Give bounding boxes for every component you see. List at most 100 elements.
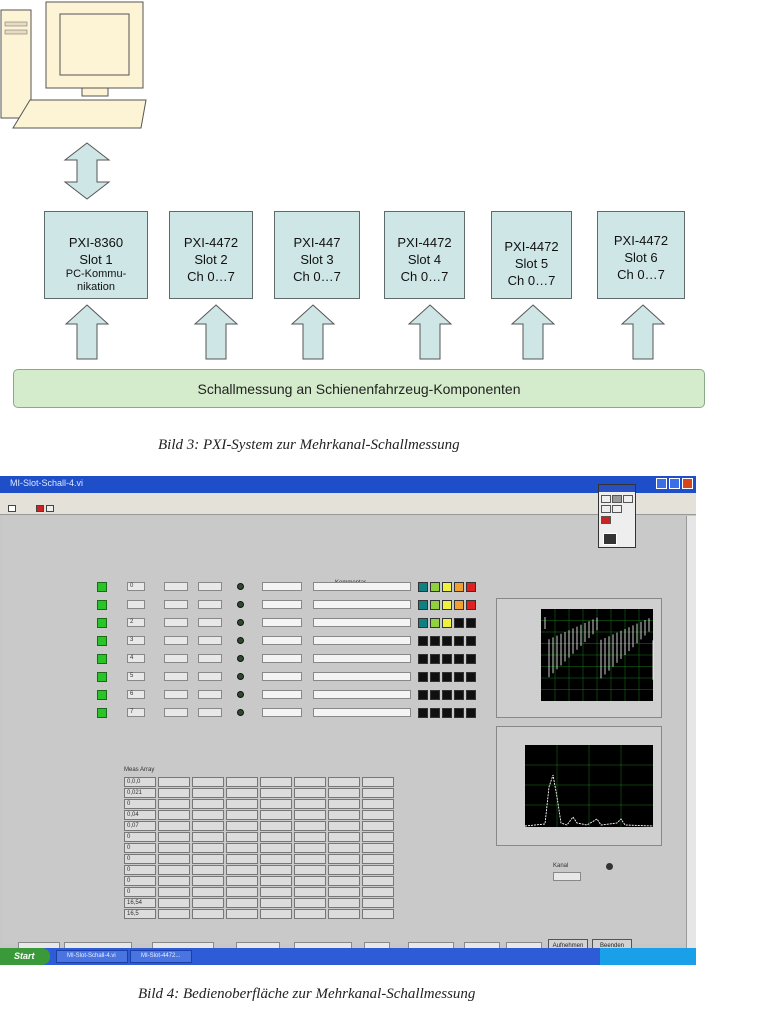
- title-input[interactable]: [262, 636, 302, 645]
- array-cell[interactable]: [192, 810, 224, 820]
- array-cell[interactable]: [158, 843, 190, 853]
- title-input[interactable]: [262, 600, 302, 609]
- array-cell[interactable]: [260, 898, 292, 908]
- array-cell[interactable]: [294, 821, 326, 831]
- tool-icon[interactable]: [612, 495, 622, 503]
- array-cell[interactable]: 16,54: [124, 898, 156, 908]
- range-input[interactable]: [198, 654, 222, 663]
- array-cell[interactable]: [362, 788, 394, 798]
- array-cell[interactable]: [328, 909, 360, 919]
- array-cell[interactable]: [328, 821, 360, 831]
- array-cell[interactable]: [226, 909, 258, 919]
- array-cell[interactable]: [294, 810, 326, 820]
- array-cell[interactable]: [226, 887, 258, 897]
- sensitivity-input[interactable]: [164, 600, 188, 609]
- array-cell[interactable]: [158, 909, 190, 919]
- tool-icon[interactable]: [601, 516, 611, 524]
- array-cell[interactable]: [192, 876, 224, 886]
- array-cell[interactable]: 0,0,0: [124, 777, 156, 787]
- array-cell[interactable]: [226, 821, 258, 831]
- kanal-input[interactable]: [553, 872, 581, 881]
- array-cell[interactable]: [192, 777, 224, 787]
- array-cell[interactable]: [192, 788, 224, 798]
- array-cell[interactable]: [260, 843, 292, 853]
- sensitivity-input[interactable]: [164, 654, 188, 663]
- array-cell[interactable]: [260, 909, 292, 919]
- array-cell[interactable]: [158, 799, 190, 809]
- array-cell[interactable]: [260, 788, 292, 798]
- array-cell[interactable]: [192, 854, 224, 864]
- array-cell[interactable]: [362, 799, 394, 809]
- array-cell[interactable]: [226, 843, 258, 853]
- color-tool-icon[interactable]: [603, 533, 617, 545]
- array-cell[interactable]: [158, 788, 190, 798]
- array-cell[interactable]: [362, 876, 394, 886]
- array-cell[interactable]: 0: [124, 799, 156, 809]
- array-cell[interactable]: [294, 865, 326, 875]
- sensitivity-input[interactable]: [164, 636, 188, 645]
- array-cell[interactable]: [294, 777, 326, 787]
- close-button[interactable]: [682, 478, 693, 489]
- array-cell[interactable]: [158, 854, 190, 864]
- array-cell[interactable]: 0: [124, 887, 156, 897]
- array-cell[interactable]: 0: [124, 876, 156, 886]
- array-cell[interactable]: [294, 887, 326, 897]
- array-cell[interactable]: [294, 788, 326, 798]
- maximize-button[interactable]: [669, 478, 680, 489]
- array-cell[interactable]: [362, 854, 394, 864]
- array-cell[interactable]: [328, 887, 360, 897]
- array-cell[interactable]: 16,5: [124, 909, 156, 919]
- array-cell[interactable]: 0: [124, 843, 156, 853]
- range-input[interactable]: [198, 690, 222, 699]
- sensitivity-input[interactable]: [164, 708, 188, 717]
- array-cell[interactable]: [328, 843, 360, 853]
- array-cell[interactable]: [294, 799, 326, 809]
- comment-input[interactable]: [313, 690, 411, 699]
- stop-button[interactable]: [36, 505, 44, 512]
- comment-input[interactable]: [313, 708, 411, 717]
- array-cell[interactable]: [260, 854, 292, 864]
- array-cell[interactable]: [226, 832, 258, 842]
- array-cell[interactable]: [192, 832, 224, 842]
- array-cell[interactable]: [294, 854, 326, 864]
- array-cell[interactable]: [328, 777, 360, 787]
- array-cell[interactable]: [260, 887, 292, 897]
- comment-input[interactable]: [313, 582, 411, 591]
- pause-button[interactable]: [46, 505, 54, 512]
- task-item-2[interactable]: MI-Slot-4472...: [130, 950, 192, 963]
- array-cell[interactable]: [192, 821, 224, 831]
- range-input[interactable]: [198, 708, 222, 717]
- scrollbar[interactable]: [686, 516, 696, 948]
- range-input[interactable]: [198, 636, 222, 645]
- array-cell[interactable]: [158, 887, 190, 897]
- array-cell[interactable]: [260, 810, 292, 820]
- array-cell[interactable]: [362, 810, 394, 820]
- array-cell[interactable]: [226, 777, 258, 787]
- array-cell[interactable]: [158, 898, 190, 908]
- array-cell[interactable]: [362, 843, 394, 853]
- array-cell[interactable]: [294, 898, 326, 908]
- range-input[interactable]: [198, 672, 222, 681]
- array-cell[interactable]: [362, 865, 394, 875]
- array-cell[interactable]: [158, 810, 190, 820]
- array-cell[interactable]: [226, 788, 258, 798]
- array-cell[interactable]: [294, 832, 326, 842]
- array-cell[interactable]: [362, 887, 394, 897]
- array-cell[interactable]: 0: [124, 832, 156, 842]
- sensitivity-input[interactable]: [164, 582, 188, 591]
- array-cell[interactable]: [362, 898, 394, 908]
- array-cell[interactable]: 0: [124, 854, 156, 864]
- title-input[interactable]: [262, 708, 302, 717]
- array-cell[interactable]: [192, 799, 224, 809]
- array-cell[interactable]: [260, 876, 292, 886]
- tool-icon[interactable]: [612, 505, 622, 513]
- array-cell[interactable]: 0: [124, 865, 156, 875]
- array-cell[interactable]: [328, 854, 360, 864]
- array-cell[interactable]: [294, 876, 326, 886]
- range-input[interactable]: [198, 618, 222, 627]
- array-cell[interactable]: [328, 799, 360, 809]
- run-button[interactable]: [8, 505, 16, 512]
- array-cell[interactable]: [328, 865, 360, 875]
- title-input[interactable]: [262, 690, 302, 699]
- array-cell[interactable]: [226, 810, 258, 820]
